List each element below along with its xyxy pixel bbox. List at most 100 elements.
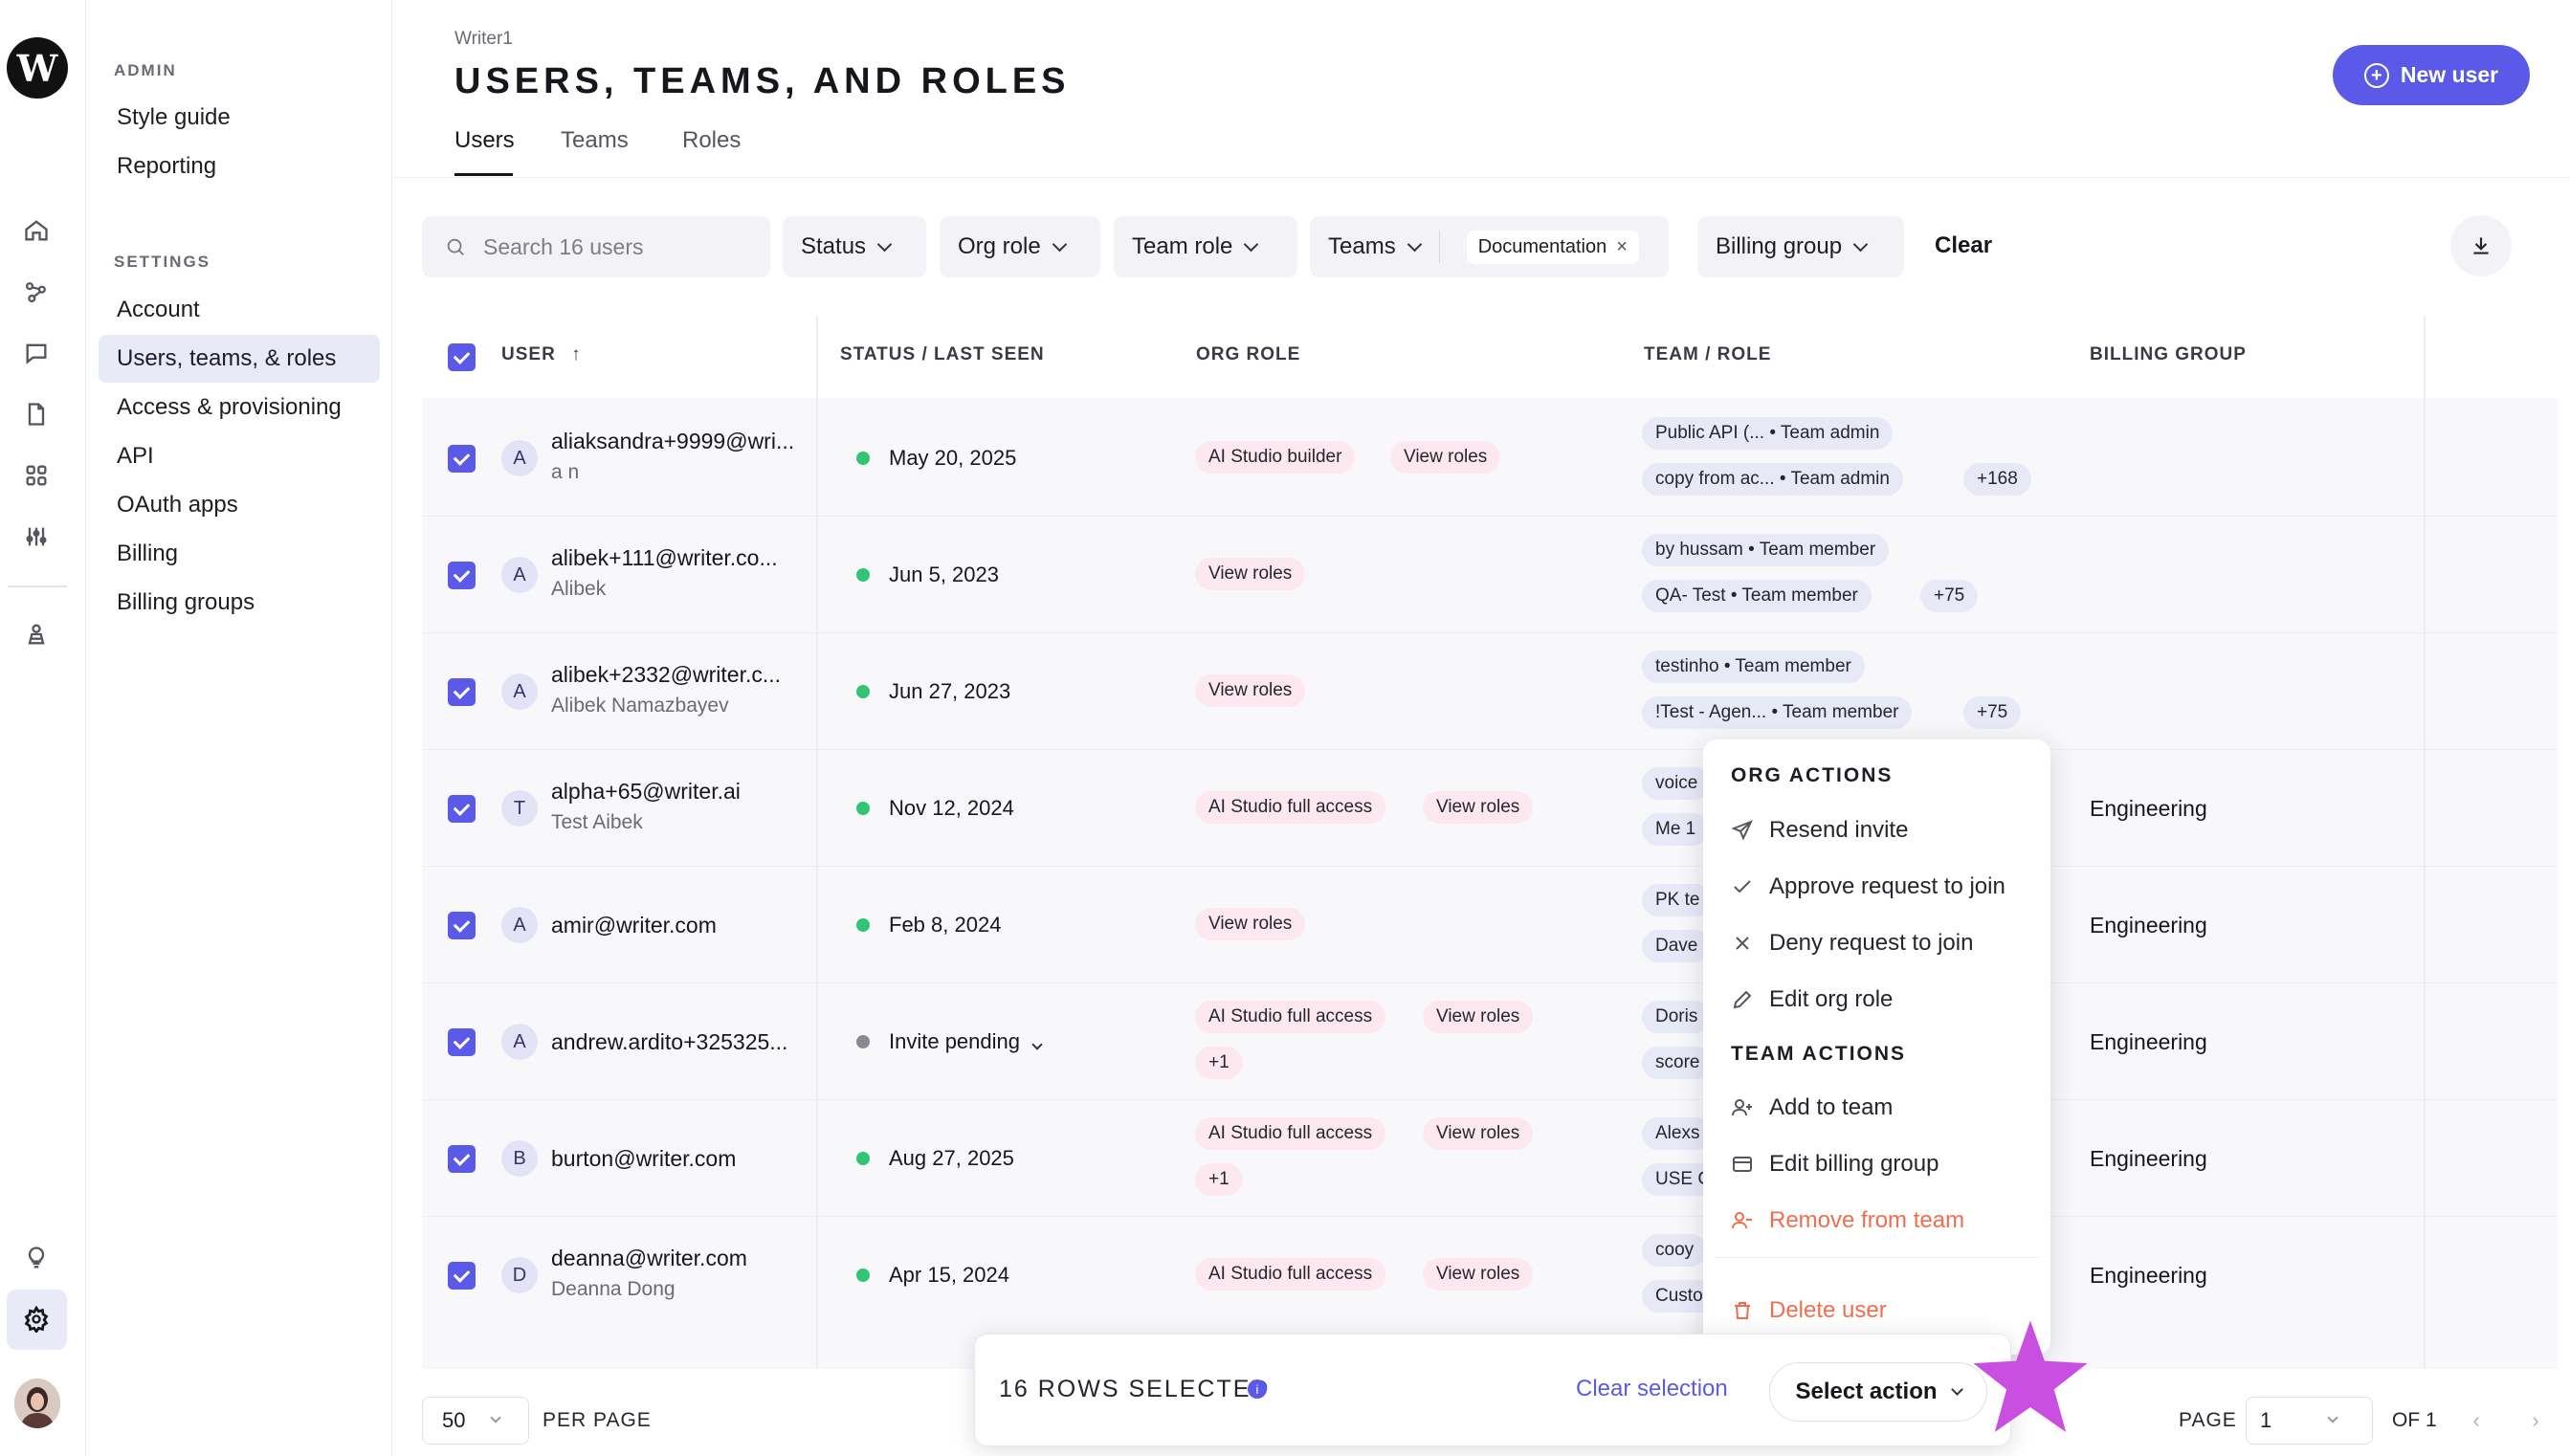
team-role-filter[interactable]: Team role [1114,216,1297,277]
view-roles-pill[interactable]: View roles [1390,441,1501,474]
settings-sidebar: ADMIN Style guide Reporting SETTINGS Acc… [86,0,392,1456]
person-icon[interactable] [18,616,55,652]
approve-request-label: Approve request to join [1769,873,2005,899]
table-row[interactable]: A andrew.ardito+325325... Invite pending… [422,983,2558,1100]
sidebar-item-account[interactable]: Account [99,286,380,334]
table-row[interactable]: D deanna@writer.com Deanna Dong Apr 15, … [422,1217,2558,1334]
sort-up-icon[interactable]: ↑ [571,344,582,364]
row-checkbox[interactable] [448,795,476,823]
sidebar-item-billing-groups[interactable]: Billing groups [99,579,380,627]
select-action-button[interactable]: Select action [1769,1362,1987,1422]
row-checkbox[interactable] [448,678,476,706]
search-input[interactable] [483,233,751,260]
edit-org-role-item[interactable]: Edit org role [1731,981,1893,1019]
add-to-team-item[interactable]: Add to team [1731,1089,1893,1127]
more-teams-pill[interactable]: +168 [1963,463,2031,496]
gear-icon[interactable] [18,1301,55,1337]
sidebar-item-reporting[interactable]: Reporting [99,143,380,190]
view-roles-pill[interactable]: View roles [1423,791,1534,824]
table-row[interactable]: A alibek+111@writer.co... Alibek Jun 5, … [422,517,2558,633]
user-avatar[interactable] [14,1379,60,1428]
team-pill: cooy [1642,1234,1708,1267]
per-page-value: 50 [442,1408,466,1432]
table-row[interactable]: A alibek+2332@writer.c... Alibek Namazba… [422,633,2558,750]
team-pill: Me 1 [1642,813,1710,846]
team-pill: testinho • Team member [1642,651,1865,683]
chevron-down-icon [1407,236,1422,252]
edit-billing-group-item[interactable]: Edit billing group [1731,1145,1939,1183]
teams-filter[interactable]: Teams Documentation × [1310,216,1669,277]
select-all-checkbox[interactable] [448,343,476,371]
more-teams-pill[interactable]: +75 [1963,696,2022,729]
file-icon[interactable] [18,396,55,432]
user-minus-icon [1732,1212,1752,1229]
new-user-button[interactable]: + New user [2333,45,2530,105]
table-row[interactable]: A amir@writer.com Feb 8, 2024 View roles… [422,867,2558,983]
pencil-icon [1733,990,1752,1009]
chat-icon[interactable] [18,335,55,371]
user-plus-icon [1732,1099,1752,1116]
clear-selection-button[interactable]: Clear selection [1576,1376,1728,1402]
clear-filters-button[interactable]: Clear [1935,232,1992,259]
view-roles-pill[interactable]: View roles [1195,558,1306,590]
view-roles-pill[interactable]: View roles [1423,1117,1534,1150]
deny-request-item[interactable]: Deny request to join [1731,924,1973,962]
org-role-pill: AI Studio full access [1195,791,1386,824]
sliders-icon[interactable] [18,518,55,555]
sidebar-item-oauth-apps[interactable]: OAuth apps [99,481,380,529]
view-roles-pill[interactable]: View roles [1423,1001,1534,1033]
sidebar-item-access-provisioning[interactable]: Access & provisioning [99,384,380,431]
sidebar-item-billing[interactable]: Billing [99,530,380,578]
row-checkbox[interactable] [448,562,476,589]
search-icon [447,238,464,255]
resend-invite-item[interactable]: Resend invite [1731,811,1908,849]
view-roles-pill[interactable]: View roles [1195,674,1306,707]
per-page-select[interactable]: 50 [422,1397,529,1445]
download-button[interactable] [2450,215,2512,276]
home-icon[interactable] [18,212,55,249]
delete-user-item[interactable]: Delete user [1731,1291,1887,1330]
chevron-down-icon [876,236,893,252]
next-page-icon[interactable]: › [2516,1401,2555,1440]
view-roles-pill[interactable]: View roles [1423,1258,1534,1291]
row-checkbox[interactable] [448,1262,476,1290]
row-checkbox[interactable] [448,1028,476,1056]
more-teams-pill[interactable]: +75 [1920,580,1979,612]
writer-logo[interactable]: W [7,37,68,99]
more-roles-pill[interactable]: +1 [1195,1163,1243,1196]
close-icon[interactable]: × [1616,236,1628,258]
billing-group-filter[interactable]: Billing group [1697,216,1904,277]
invite-status-dropdown[interactable]: Invite pending [889,1029,1043,1054]
info-icon[interactable]: i [1248,1379,1267,1399]
row-checkbox[interactable] [448,445,476,473]
tab-teams[interactable]: Teams [561,127,629,154]
view-roles-pill[interactable]: View roles [1195,908,1306,940]
chevron-down-icon [1031,1039,1043,1050]
prev-page-icon[interactable]: ‹ [2457,1401,2495,1440]
tab-users[interactable]: Users [454,127,515,154]
graph-icon[interactable] [18,274,55,310]
sidebar-item-style-guide[interactable]: Style guide [99,94,380,142]
org-role-filter[interactable]: Org role [940,216,1100,277]
lightbulb-icon[interactable] [18,1240,55,1276]
row-checkbox[interactable] [448,1145,476,1173]
remove-from-team-item[interactable]: Remove from team [1731,1202,1964,1240]
more-roles-pill[interactable]: +1 [1195,1047,1243,1079]
column-header-team-role: TEAM / ROLE [1644,344,1772,364]
page-select[interactable]: 1 [2246,1397,2373,1445]
approve-request-item[interactable]: Approve request to join [1731,868,2005,906]
sidebar-item-api[interactable]: API [99,432,380,480]
send-icon [1731,820,1753,841]
tab-roles[interactable]: Roles [682,127,741,154]
column-header-user[interactable]: USER ↑ [501,344,582,365]
org-actions-heading: ORG ACTIONS [1731,764,1894,786]
table-row[interactable]: T alpha+65@writer.ai Test Aibek Nov 12, … [422,750,2558,867]
table-row[interactable]: B burton@writer.com Aug 27, 2025 AI Stud… [422,1100,2558,1217]
sidebar-item-users-teams-roles[interactable]: Users, teams, & roles [99,335,380,383]
user-email: burton@writer.com [551,1146,737,1171]
apps-icon[interactable] [18,457,55,494]
last-seen: Feb 8, 2024 [889,913,1002,937]
table-row[interactable]: A aliaksandra+9999@wri... a n May 20, 20… [422,400,2558,517]
row-checkbox[interactable] [448,912,476,939]
status-filter[interactable]: Status [783,216,926,277]
